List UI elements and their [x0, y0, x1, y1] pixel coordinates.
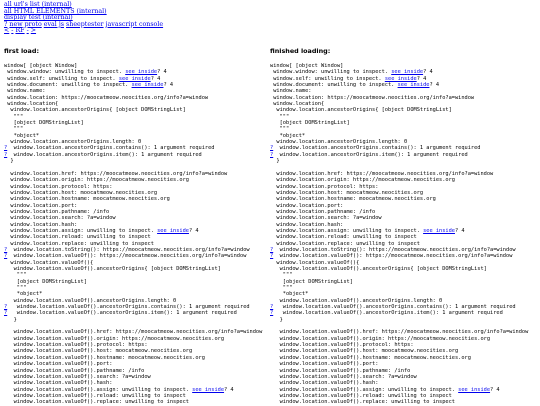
link-sheeptester[interactable]: sheeptester [66, 21, 104, 28]
see-inside-link[interactable]: see inside [391, 69, 423, 75]
finished-loading-heading: finished loading: [270, 47, 331, 55]
see-inside-link[interactable]: see inside [132, 82, 164, 88]
see-inside-link[interactable]: see inside [125, 69, 157, 75]
see-inside-link[interactable]: see inside [423, 228, 455, 234]
link-javascript-console[interactable]: javascript console [106, 21, 164, 28]
link-dash-1[interactable]: - [11, 27, 13, 35]
call-function-link[interactable]: ? [270, 253, 273, 259]
link-dash-2[interactable]: - [27, 27, 29, 35]
call-function-link[interactable]: ? [270, 152, 273, 158]
first-load-column: first load: window[ [object Window] wind… [4, 48, 272, 406]
call-function-link[interactable]: ? [4, 310, 7, 316]
link-rf[interactable]: RF [15, 27, 24, 35]
see-inside-link[interactable]: see inside [157, 228, 189, 234]
see-inside-link[interactable]: see inside [458, 387, 490, 393]
call-function-link[interactable]: ? [4, 304, 7, 310]
see-inside-link[interactable]: see inside [119, 76, 151, 82]
first-load-output: window[ [object Window] window.window: u… [4, 63, 272, 406]
first-load-heading: first load: [4, 47, 39, 55]
call-function-link[interactable]: ? [4, 152, 7, 158]
call-function-link[interactable]: ? [270, 247, 273, 253]
top-links: all url's list (internal) all HTML ELEME… [4, 1, 164, 35]
see-inside-link[interactable]: see inside [385, 76, 417, 82]
call-function-link[interactable]: ? [270, 310, 273, 316]
call-function-link[interactable]: ? [270, 304, 273, 310]
see-inside-link[interactable]: see inside [192, 387, 224, 393]
call-function-link[interactable]: ? [270, 145, 273, 151]
call-function-link[interactable]: ? [4, 247, 7, 253]
finished-loading-column: finished loading: window[ [object Window… [270, 48, 538, 406]
link-next[interactable]: > [31, 27, 36, 35]
call-function-link[interactable]: ? [4, 253, 7, 259]
finished-loading-output: window[ [object Window] window.window: u… [270, 63, 538, 406]
see-inside-link[interactable]: see inside [398, 82, 430, 88]
link-eval-js[interactable]: eval js [44, 21, 64, 28]
link-prev[interactable]: < [4, 27, 9, 35]
call-function-link[interactable]: ? [4, 145, 7, 151]
